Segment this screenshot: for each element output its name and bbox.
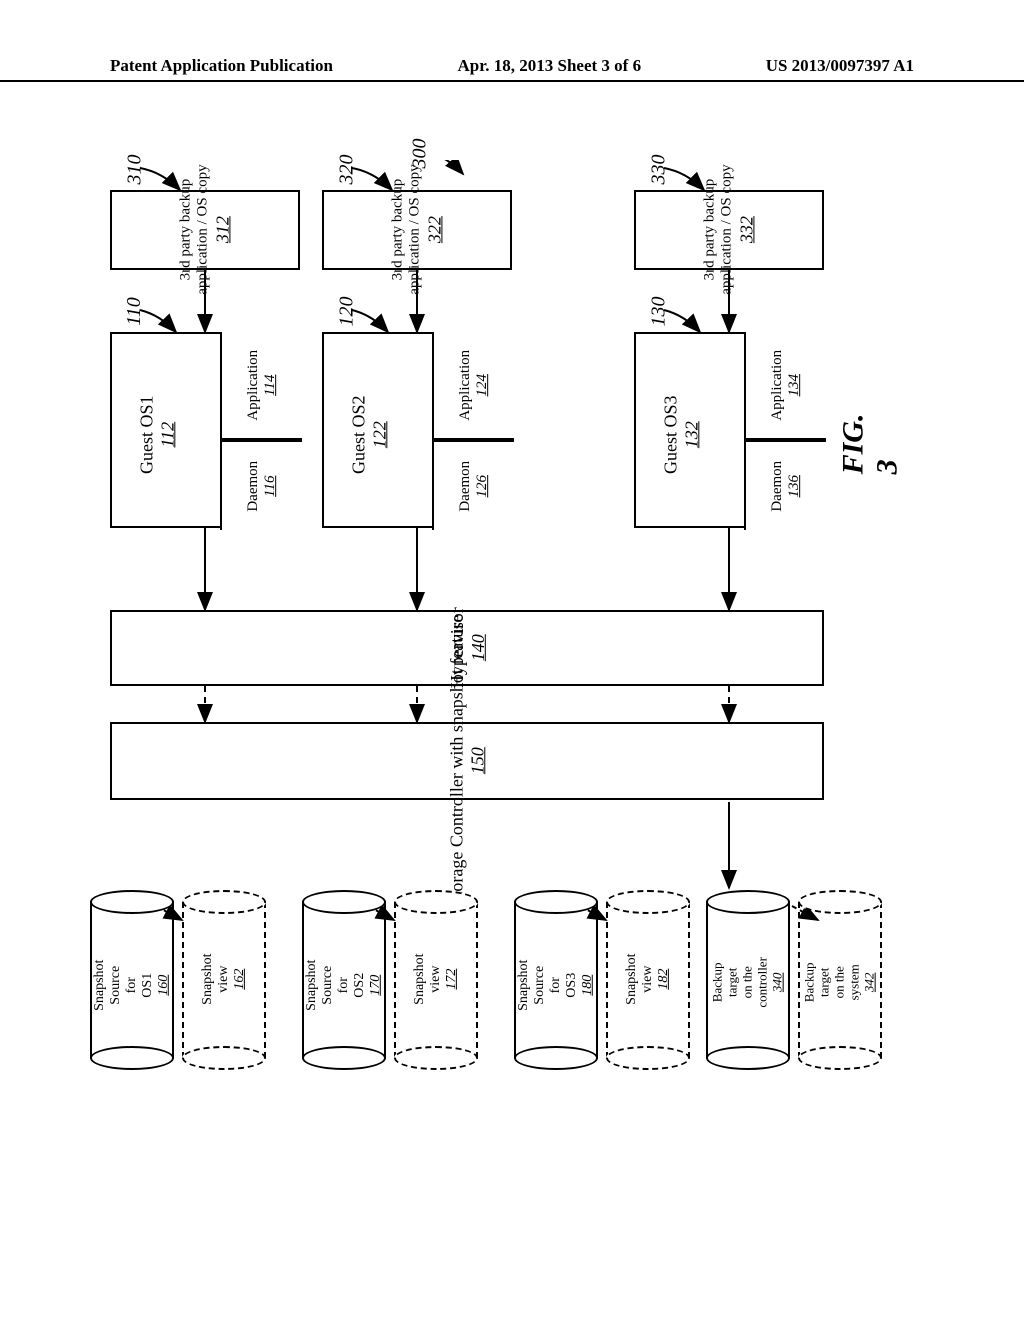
ref-330: 330 [648,155,671,185]
backup-app-box-2: 3rd party backup application / OS copy 3… [322,190,512,270]
daemon-box-1: Daemon 116 [220,440,302,530]
backup-app-box-3: 3rd party backup application / OS copy 3… [634,190,824,270]
guest-os3-n: 132 [681,421,702,448]
cyl-view2-l2: view [428,966,444,993]
app-box-2: Application 124 [432,332,514,440]
daemon-box-3: Daemon 136 [744,440,826,530]
daemon-label-2: Daemon [457,461,474,512]
cyl-src-os1-l4: OS1 [140,973,156,998]
cyl-src-os2-l3: for [336,977,352,993]
cyl-bkp-sys-l1: Backup [803,962,818,1002]
storage-controller-box: Storage Controller with snapshot feature… [110,722,824,800]
cyl-view3-l1: Snapshot [624,953,640,1004]
guest-os2-n: 122 [369,421,390,448]
page-header: Patent Application Publication Apr. 18, … [0,56,1024,82]
ref-110: 110 [123,297,146,326]
cyl-src-os3-l2: Source [532,966,548,1005]
cyl-src-os2-l1: Snapshot [304,960,320,1011]
cyl-src-os2-l4: OS2 [352,973,368,998]
guest-os1-box: Guest OS1 112 Application 114 Daemon 116 [110,332,300,528]
cyl-bkp-sys-l4: system [847,964,862,1000]
ref-130: 130 [648,297,671,327]
backup-app-n322: 322 [424,217,445,244]
app-n134: 134 [786,374,803,397]
cyl-src-os3-l1: Snapshot [516,960,532,1011]
cylinder-view-1: Snapshot view 162 [182,890,266,1070]
daemon-n136: 136 [786,475,803,498]
cyl-bkp-ctrl-l3: on the [741,966,756,998]
app-label-3: Application [769,350,786,421]
cyl-bkp-sys-l3: on the [833,966,848,998]
cyl-view3-n: 182 [656,969,672,990]
app-box-3: Application 134 [744,332,826,440]
backup-app-title-2: 3rd party backup application / OS copy [389,145,424,315]
app-label-2: Application [457,350,474,421]
cyl-bkp-ctrl-l2: target [726,968,741,997]
cyl-bkp-ctrl-n: 340 [770,973,785,993]
controller-n: 150 [467,748,488,775]
daemon-n126: 126 [474,475,491,498]
cylinder-src-os3: Snapshot Source for OS3 180 [514,890,598,1070]
daemon-label-3: Daemon [769,461,786,512]
backup-app-title-3: 3rd party backup application / OS copy [701,145,736,315]
cyl-bkp-ctrl-l1: Backup [711,962,726,1002]
backup-app-box-1: 3rd party backup application / OS copy 3… [110,190,300,270]
ref-120: 120 [336,297,359,327]
cylinder-src-os1: Snapshot Source for OS1 160 [90,890,174,1070]
cyl-view2-l1: Snapshot [412,953,428,1004]
cyl-src-os3-l4: OS3 [564,973,580,998]
controller-label: Storage Controller with snapshot feature [446,615,467,907]
backup-app-title-1: 3rd party backup application / OS copy [177,145,212,315]
cyl-view1-n: 162 [232,969,248,990]
daemon-box-2: Daemon 126 [432,440,514,530]
guest-os3-label: Guest OS3 [660,395,681,474]
header-center: Apr. 18, 2013 Sheet 3 of 6 [458,56,642,76]
cylinder-src-os2: Snapshot Source for OS2 170 [302,890,386,1070]
header-left: Patent Application Publication [110,56,333,76]
app-n124: 124 [474,374,491,397]
ref-310: 310 [124,155,147,185]
daemon-n116: 116 [262,475,279,496]
cyl-bkp-sys-l2: target [818,968,833,997]
app-n114: 114 [262,374,279,395]
daemon-label-1: Daemon [245,461,262,512]
figure-label: FIG. 3 [836,414,904,475]
guest-os1-label: Guest OS1 [136,395,157,474]
backup-app-n332: 332 [736,217,757,244]
cyl-src-os1-n: 160 [156,975,172,996]
cyl-src-os3-l3: for [548,977,564,993]
app-label-1: Application [245,350,262,421]
cylinder-backup-controller: Backup target on the controller 340 [706,890,790,1070]
cyl-view2-n: 172 [444,969,460,990]
header-right: US 2013/0097397 A1 [766,56,914,76]
cyl-src-os1-l2: Source [108,966,124,1005]
cyl-src-os1-l1: Snapshot [92,960,108,1011]
cyl-bkp-sys-n: 342 [862,973,877,993]
cyl-view1-l1: Snapshot [200,953,216,1004]
cyl-view3-l2: view [640,966,656,993]
app-box-1: Application 114 [220,332,302,440]
cyl-view1-l2: view [216,966,232,993]
cyl-src-os3-n: 180 [580,975,596,996]
cylinder-view-3: Snapshot view 182 [606,890,690,1070]
guest-os2-label: Guest OS2 [348,395,369,474]
guest-os2-box: Guest OS2 122 Application 124 Daemon 126 [322,332,512,528]
cyl-bkp-ctrl-l4: controller [755,957,770,1008]
cyl-src-os2-l2: Source [320,966,336,1005]
cyl-src-os1-l3: for [124,977,140,993]
ref-320: 320 [336,155,359,185]
backup-app-n312: 312 [212,217,233,244]
cylinder-view-2: Snapshot view 172 [394,890,478,1070]
page: Patent Application Publication Apr. 18, … [0,0,1024,1320]
cyl-src-os2-n: 170 [368,975,384,996]
cylinder-backup-system: Backup target on the system 342 [798,890,882,1070]
guest-os1-n: 112 [157,422,178,448]
diagram: 300 310 3rd party backup application / O… [90,160,900,1140]
guest-os3-box: Guest OS3 132 Application 134 Daemon 136 [634,332,824,528]
